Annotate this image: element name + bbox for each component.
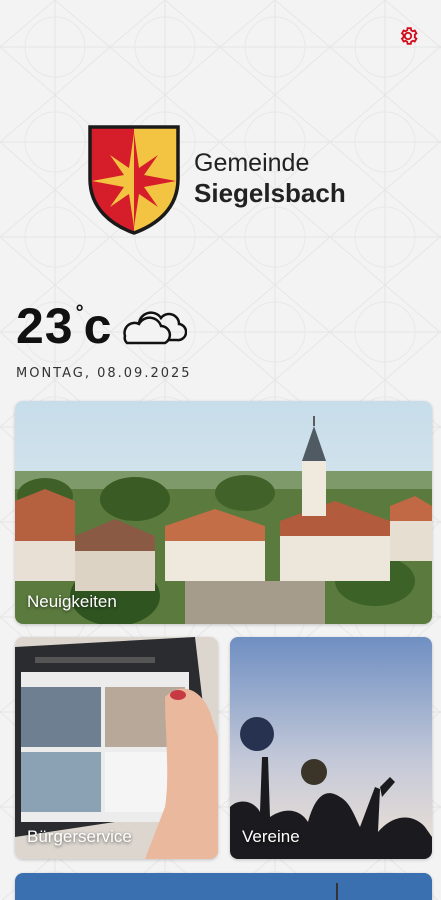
coat-of-arms-icon (88, 125, 180, 235)
cloud-icon (123, 311, 188, 345)
village-photo (15, 401, 432, 624)
citizen-service-tile[interactable]: Bürgerservice (15, 637, 218, 859)
gear-icon (400, 27, 418, 45)
sky-photo (15, 873, 432, 900)
clubs-tile-label: Vereine (242, 827, 300, 846)
balloon-photo (230, 637, 432, 859)
citizen-service-tile-label: Bürgerservice (27, 827, 132, 846)
degree-symbol: ° (75, 302, 84, 324)
settings-button[interactable] (394, 22, 422, 50)
temperature-unit: c (83, 298, 112, 354)
temperature-value: 23 (16, 298, 74, 354)
logo-text: Gemeinde Siegelsbach (194, 148, 346, 209)
logo-line2: Siegelsbach (194, 178, 346, 209)
clubs-tile[interactable]: Vereine (230, 637, 432, 859)
municipality-logo: Gemeinde Siegelsbach (86, 122, 376, 236)
news-tile[interactable]: Neuigkeiten (15, 401, 432, 624)
news-tile-label: Neuigkeiten (27, 592, 117, 611)
weather-date: MONTAG, 08.09.2025 (16, 366, 192, 381)
tablet-photo (15, 637, 218, 859)
logo-line1: Gemeinde (194, 149, 310, 178)
more-tile[interactable] (15, 873, 432, 900)
weather-widget: 23 ° c MONTAG, 08.09.2025 (16, 298, 256, 388)
